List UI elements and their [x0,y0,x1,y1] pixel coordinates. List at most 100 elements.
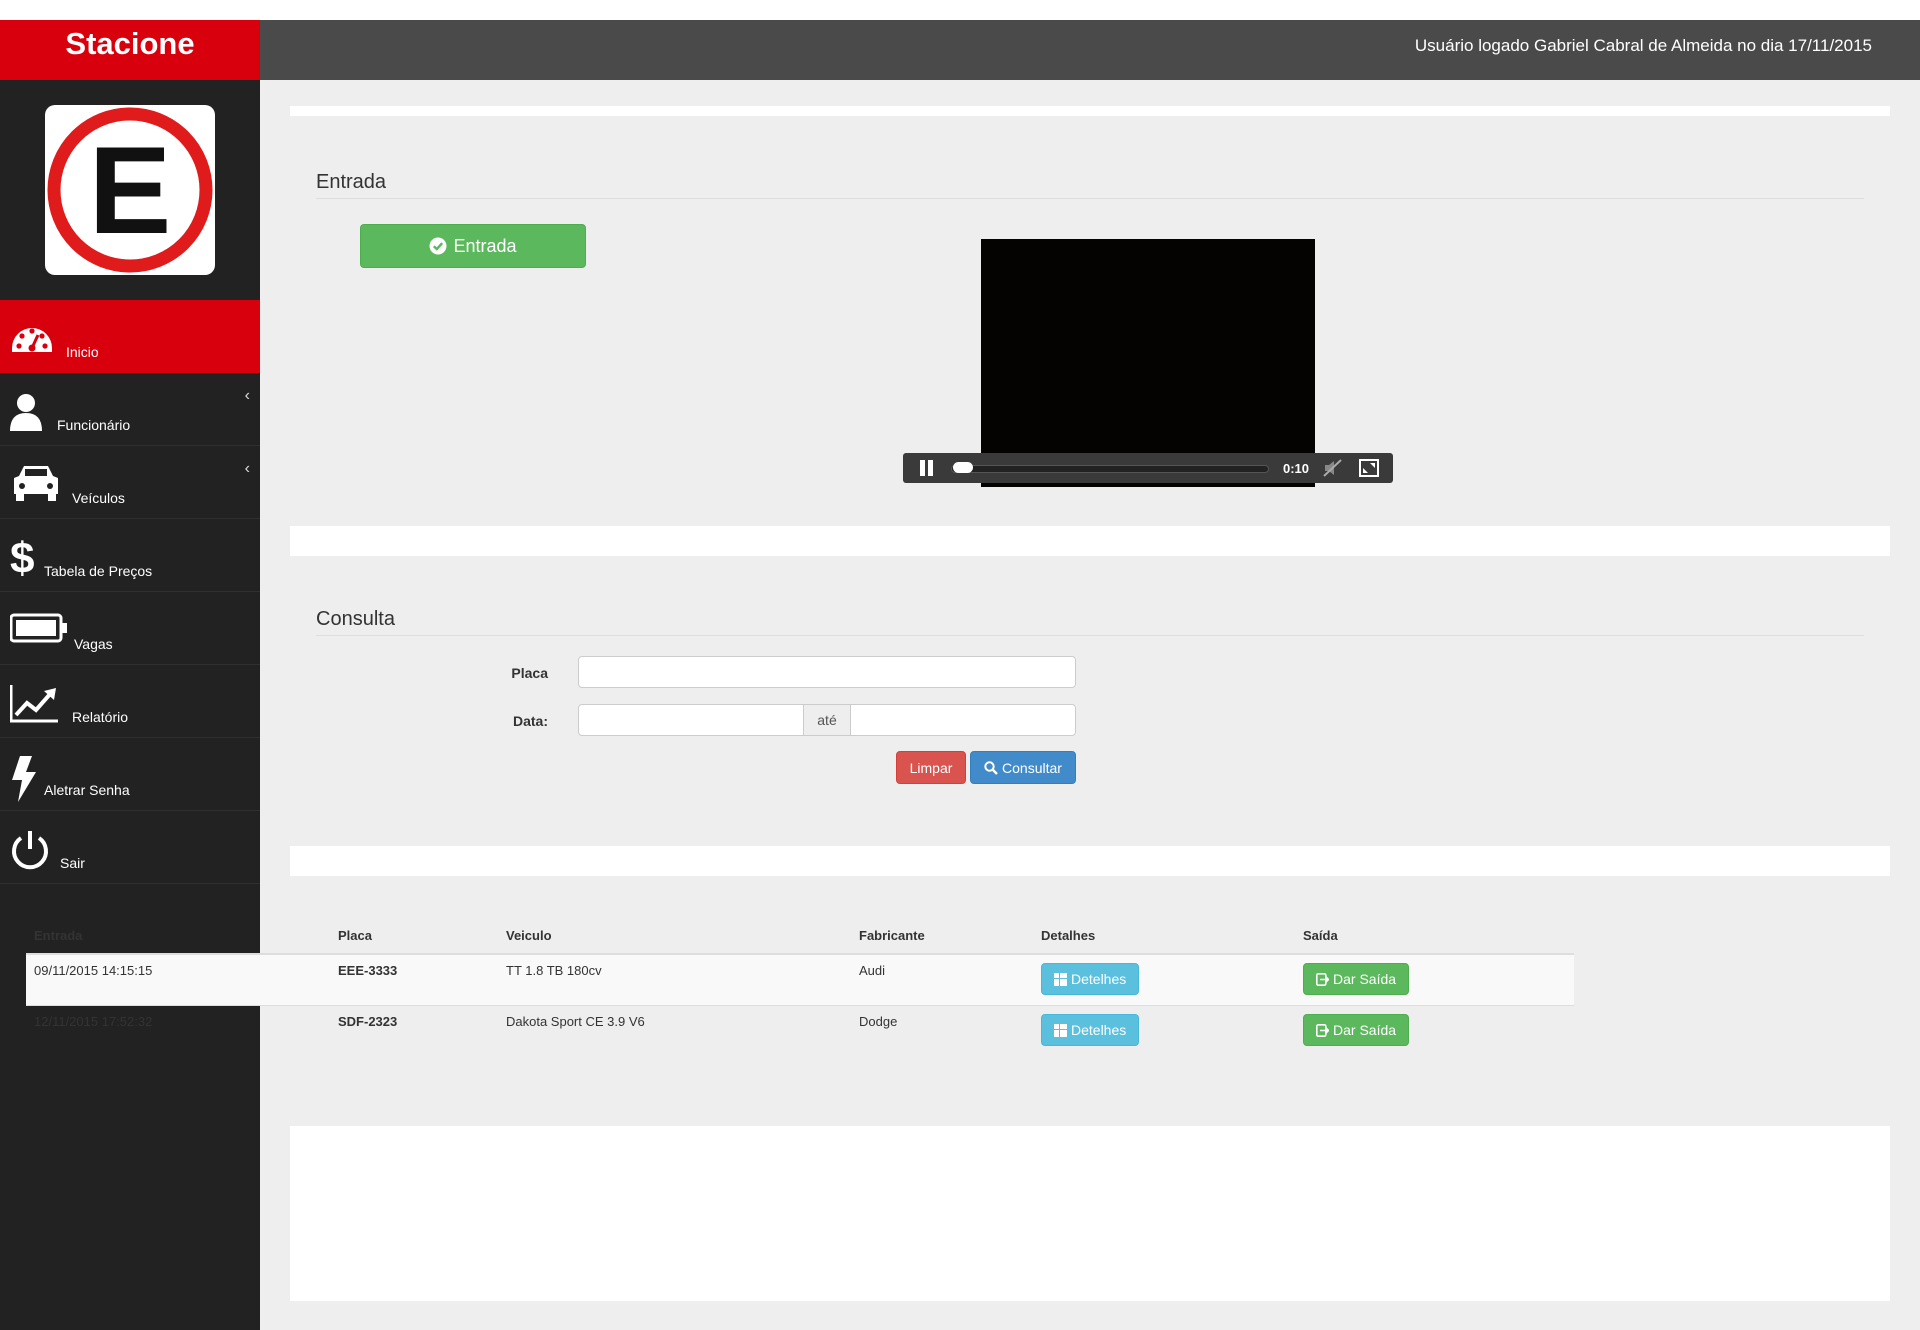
parking-logo: E [45,105,215,275]
sidebar-item-label: Funcionário [57,417,131,433]
column-header[interactable]: Detalhes [1033,917,1295,955]
detalhes-button[interactable]: Detelhes [1041,963,1140,995]
power-icon [10,829,54,871]
car-icon [10,464,58,506]
chevron-left-icon: ‹ [244,460,250,477]
dar-saida-button[interactable]: Dar Saída [1303,963,1410,995]
column-header[interactable]: Entrada [26,917,330,955]
sidebar: E Inicio Funcionário ‹ Veículos ‹ $ Tabe… [0,80,260,1330]
parking-sign-icon: E [47,107,213,273]
bottom-white-area [290,1126,1890,1301]
sidebar-item-label: Relatório [72,709,129,725]
column-header[interactable]: Placa [330,917,498,955]
sidebar-item-funcionario[interactable]: Funcionário ‹ [0,373,260,446]
cell-detalhes: Detelhes [1033,953,1295,1006]
svg-text:$: $ [10,537,34,583]
video-controls: 0:10 [903,453,1393,483]
consultar-button[interactable]: Consultar [970,751,1076,784]
cell-saida: Dar Saída [1295,953,1574,1006]
sidebar-item-label: Tabela de Preços [44,563,153,579]
sidebar-item-sair[interactable]: Sair [0,811,260,884]
dar-saida-button[interactable]: Dar Saída [1303,1014,1410,1046]
sidebar-menu: Inicio Funcionário ‹ Veículos ‹ $ Tabela… [0,300,260,884]
sidebar-item-label: Aletrar Senha [44,782,130,798]
entrada-title: Entrada [316,171,387,193]
brand-logo-text[interactable]: Stacione [0,20,260,80]
placa-label: Placa [511,665,548,681]
sidebar-item-vagas[interactable]: Vagas [0,592,260,665]
sidebar-item-label: Inicio [66,344,99,360]
grid-icon [1054,972,1067,986]
table-row: 09/11/2015 14:15:15 EEE-3333 TT 1.8 TB 1… [26,953,1574,1006]
video-progress-track[interactable] [951,465,1269,473]
data-from-input[interactable] [578,704,804,736]
placa-input[interactable] [578,656,1076,688]
entrada-panel: Entrada Entrada 0:10 [290,116,1890,526]
cell-entrada: 09/11/2015 14:15:15 [26,953,330,1006]
limpar-button-label: Limpar [909,759,953,776]
chart-line-icon [9,683,58,725]
consulta-panel: Consulta [290,556,1890,846]
detalhes-button-label: Detelhes [1071,1022,1127,1038]
cell-detalhes: Detelhes [1033,1005,1295,1056]
camera-video[interactable] [981,239,1315,487]
cell-saida: Dar Saída [1295,1005,1574,1056]
consultar-button-label: Consultar [1002,759,1062,776]
user-status-text: Usuário logado Gabriel Cabral de Almeida… [1414,36,1872,55]
cell-entrada: 12/11/2015 17:52:32 [26,1005,330,1056]
logo-letter: E [89,122,172,260]
pause-icon[interactable] [919,460,935,476]
dar-saida-button-label: Dar Saída [1333,1022,1397,1038]
cell-fabricante: Dodge [851,1005,1033,1056]
check-circle-icon [429,237,447,255]
sidebar-item-veiculos[interactable]: Veículos ‹ [0,446,260,519]
sidebar-item-label: Sair [60,855,85,871]
entrada-button-label: Entrada [453,235,517,256]
top-strip [0,0,1920,20]
table-row: 12/11/2015 17:52:32 SDF-2323 Dakota Spor… [26,1005,1574,1056]
grid-icon [1054,1023,1067,1037]
sidebar-item-label: Vagas [74,636,113,652]
data-to-input[interactable] [850,704,1076,736]
user-icon [10,391,54,433]
detalhes-button[interactable]: Detelhes [1041,1014,1140,1046]
chevron-left-icon: ‹ [244,387,250,404]
cell-placa: SDF-2323 [330,1005,498,1056]
video-time: 0:10 [1283,461,1310,476]
dashboard-icon [10,318,54,360]
sidebar-item-alterar-senha[interactable]: Aletrar Senha [0,738,260,811]
sidebar-item-relatorio[interactable]: Relatório [0,665,260,738]
cell-veiculo: TT 1.8 TB 180cv [498,953,851,1006]
panel-divider [290,106,1890,116]
cell-fabricante: Audi [851,953,1033,1006]
consulta-title: Consulta [316,608,395,630]
sign-out-icon [1316,972,1329,986]
data-label: Data: [512,713,548,729]
video-progress-handle[interactable] [953,462,973,473]
fullscreen-icon[interactable] [1359,459,1379,477]
detalhes-button-label: Detelhes [1071,971,1127,987]
sign-out-icon [1316,1023,1329,1037]
column-header[interactable]: Saída [1295,917,1574,955]
dar-saida-button-label: Dar Saída [1333,971,1397,987]
cell-veiculo: Dakota Sport CE 3.9 V6 [498,1005,851,1056]
panel-divider [290,846,1890,876]
entrada-divider [316,198,1864,199]
consulta-divider [316,635,1864,636]
sidebar-item-inicio[interactable]: Inicio [0,300,260,373]
table-header-row: Entrada Placa Veiculo Fabricante Detalhe… [26,917,1574,955]
search-icon [984,760,998,775]
battery-icon [9,610,67,652]
vehicles-table: Entrada Placa Veiculo Fabricante Detalhe… [26,917,1574,1056]
cell-placa: EEE-3333 [330,953,498,1006]
entrada-button[interactable]: Entrada [360,224,586,268]
panel-divider [290,526,1890,556]
column-header[interactable]: Veiculo [498,917,851,955]
sidebar-item-tabela-precos[interactable]: $ Tabela de Preços [0,519,260,592]
top-bar: Usuário logado Gabriel Cabral de Almeida… [260,20,1920,80]
ate-addon: até [804,704,850,736]
column-header[interactable]: Fabricante [851,917,1033,955]
mute-icon[interactable] [1323,459,1343,477]
sidebar-item-label: Veículos [72,490,125,506]
limpar-button[interactable]: Limpar [896,751,966,784]
